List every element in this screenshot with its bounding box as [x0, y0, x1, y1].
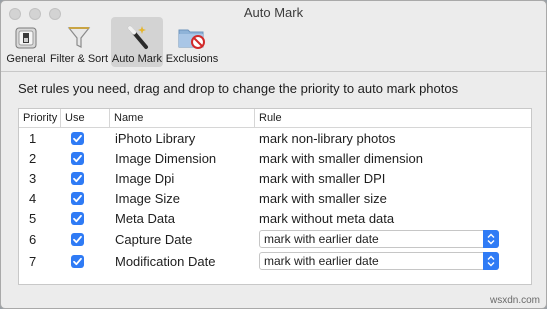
general-switch-icon: [15, 27, 37, 49]
table-row[interactable]: 1 iPhoto Library mark non-library photos: [19, 129, 531, 149]
row-rule: mark with smaller DPI: [259, 171, 386, 186]
checkmark-icon: [73, 235, 82, 244]
row-name: Meta Data: [115, 211, 175, 226]
row-name: Capture Date: [115, 232, 193, 247]
checkmark-icon: [73, 214, 82, 223]
row-rule: mark with smaller dimension: [259, 151, 423, 166]
rule-select-value: mark with earlier date: [264, 232, 379, 246]
row-priority: 3: [29, 171, 37, 186]
toolbar-tab-general[interactable]: General: [5, 17, 47, 67]
table-row[interactable]: 3 Image Dpi mark with smaller DPI: [19, 169, 531, 189]
row-name: iPhoto Library: [115, 131, 196, 146]
folder-blocked-icon: [178, 29, 205, 49]
table-header: Priority Use Name Rule: [19, 109, 531, 128]
table-row[interactable]: 7 Modification Date mark with earlier da…: [19, 252, 531, 272]
row-priority: 1: [29, 131, 37, 146]
row-name: Image Size: [115, 191, 181, 206]
row-priority: 6: [29, 232, 37, 247]
use-checkbox[interactable]: [71, 132, 84, 145]
row-name: Modification Date: [115, 254, 216, 269]
table-row[interactable]: 5 Meta Data mark without meta data: [19, 209, 531, 229]
row-name: Image Dpi: [115, 171, 175, 186]
checkmark-icon: [73, 154, 82, 163]
rules-table: Priority Use Name Rule 1 iPhoto Library …: [18, 108, 532, 285]
table-row[interactable]: 6 Capture Date mark with earlier date: [19, 230, 531, 250]
row-rule: mark without meta data: [259, 211, 395, 226]
preferences-toolbar: General Filter & Sort Auto Mark Exclusio…: [1, 15, 546, 72]
use-checkbox[interactable]: [71, 233, 84, 246]
row-rule: mark with smaller size: [259, 191, 387, 206]
row-priority: 2: [29, 151, 37, 166]
updown-chevron-icon: [487, 233, 495, 245]
checkmark-icon: [73, 257, 82, 266]
rule-select-value: mark with earlier date: [264, 254, 379, 268]
column-header-rule[interactable]: Rule: [255, 109, 531, 127]
rules-description: Set rules you need, drag and drop to cha…: [18, 81, 459, 96]
use-checkbox[interactable]: [71, 172, 84, 185]
use-checkbox[interactable]: [71, 152, 84, 165]
table-row[interactable]: 2 Image Dimension mark with smaller dime…: [19, 149, 531, 169]
row-priority: 7: [29, 254, 37, 269]
toolbar-tab-auto-mark[interactable]: Auto Mark: [111, 17, 163, 67]
select-chevron-button[interactable]: [483, 252, 499, 270]
checkmark-icon: [73, 134, 82, 143]
updown-chevron-icon: [487, 255, 495, 267]
table-row[interactable]: 4 Image Size mark with smaller size: [19, 189, 531, 209]
toolbar-tab-exclusions[interactable]: Exclusions: [164, 17, 220, 67]
row-priority: 5: [29, 211, 37, 226]
row-name: Image Dimension: [115, 151, 217, 166]
preferences-window: Auto Mark General Filter & Sort Auto Mar…: [0, 0, 547, 309]
checkmark-icon: [73, 174, 82, 183]
magic-wand-icon: [128, 26, 148, 49]
column-header-use[interactable]: Use: [61, 109, 110, 127]
toolbar-tab-filter-sort[interactable]: Filter & Sort: [48, 17, 110, 67]
funnel-icon: [67, 27, 91, 48]
checkmark-icon: [73, 194, 82, 203]
watermark: wsxdn.com: [489, 295, 540, 306]
use-checkbox[interactable]: [71, 192, 84, 205]
use-checkbox[interactable]: [71, 255, 84, 268]
rule-select-capture-date[interactable]: mark with earlier date: [259, 230, 499, 248]
column-header-priority[interactable]: Priority: [19, 109, 61, 127]
column-header-name[interactable]: Name: [110, 109, 255, 127]
select-chevron-button[interactable]: [483, 230, 499, 248]
row-priority: 4: [29, 191, 37, 206]
rule-select-modification-date[interactable]: mark with earlier date: [259, 252, 499, 270]
use-checkbox[interactable]: [71, 212, 84, 225]
row-rule: mark non-library photos: [259, 131, 396, 146]
